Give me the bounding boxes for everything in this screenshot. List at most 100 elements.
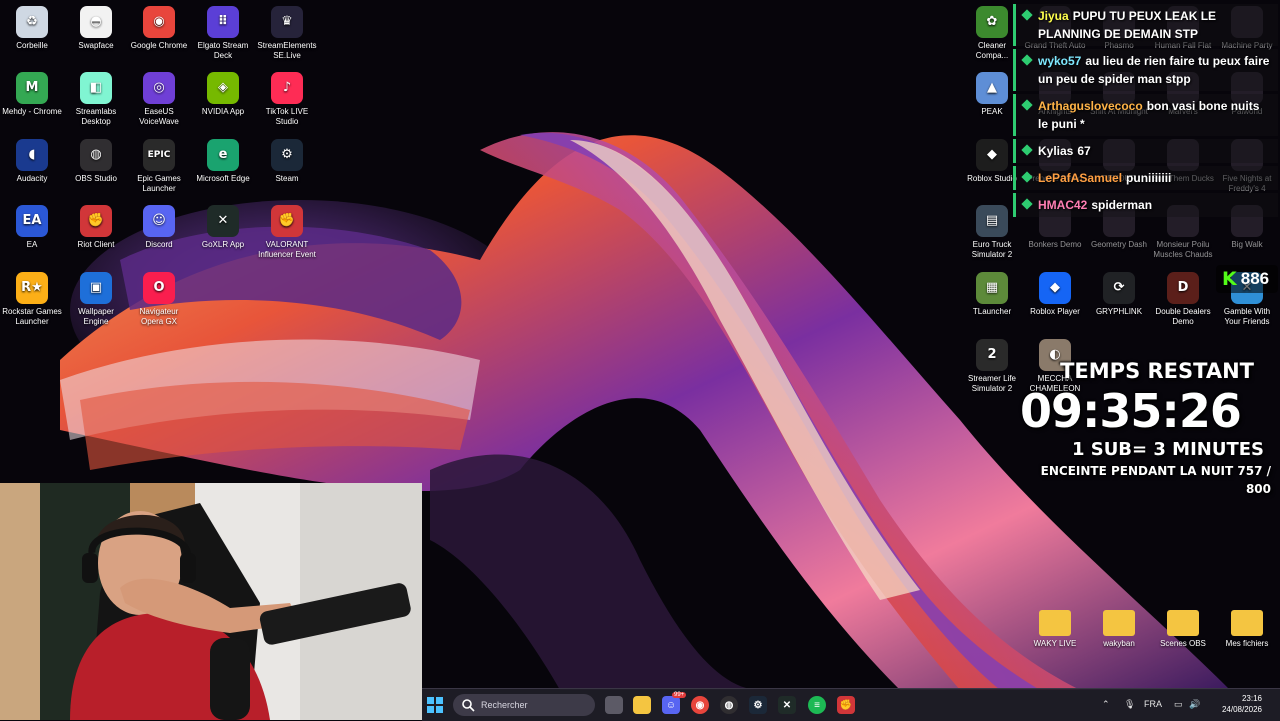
chat-message: LePafASamuel puniiiiiii	[1013, 166, 1278, 190]
spotify-taskbar-icon[interactable]: ≡	[808, 696, 826, 714]
shortcut-label: TLauncher	[972, 307, 1012, 316]
desktop-shortcut[interactable]: EA EA	[0, 201, 64, 250]
kick-viewer-badge: K 886	[1216, 265, 1278, 293]
microphone-icon[interactable]: 🎙	[1124, 699, 1135, 710]
desktop-shortcut[interactable]: ◖ Audacity	[0, 135, 64, 184]
shortcut-label: Mehdy - Chrome	[2, 107, 62, 116]
desktop-shortcut[interactable]: ♻ Corbeille	[0, 2, 64, 51]
chat-text: 67	[1077, 144, 1091, 158]
desktop-shortcut[interactable]: ♛ StreamElements SE.Live	[255, 2, 319, 61]
desktop-shortcut[interactable]: wakyban	[1087, 602, 1151, 649]
peak-icon: ▲	[976, 72, 1008, 104]
taskbar-clock[interactable]: 23:16 24/08/2026	[1202, 693, 1262, 715]
desktop-shortcut[interactable]: ✊ Riot Client	[64, 201, 128, 250]
desktop-shortcut[interactable]: ✕ GoXLR App	[191, 201, 255, 250]
folder-icon	[1167, 610, 1199, 636]
desktop-shortcut[interactable]: ◓ Swapface	[64, 2, 128, 51]
taskbar-search-box[interactable]: Rechercher	[453, 694, 595, 716]
shortcut-label: Streamer Life Simulator 2	[967, 374, 1017, 393]
folder-icon	[1231, 610, 1263, 636]
chat-username: HMAC42	[1038, 198, 1088, 212]
desktop-shortcut[interactable]: R★ Rockstar Games Launcher	[0, 268, 64, 327]
shortcut-label: GoXLR App	[201, 240, 245, 249]
clock-date: 24/08/2026	[1221, 705, 1262, 714]
desktop-shortcut[interactable]: ▣ Wallpaper Engine	[64, 268, 128, 327]
desktop-shortcut[interactable]: ◎ EaseUS VoiceWave	[127, 68, 191, 127]
desktop-shortcut[interactable]: D Double Dealers Demo	[1151, 268, 1215, 327]
desktop-shortcut[interactable]: ◧ Streamlabs Desktop	[64, 68, 128, 127]
desktop-shortcut[interactable]: e Microsoft Edge	[191, 135, 255, 184]
shortcut-label: Big Walk	[1231, 240, 1263, 249]
shortcut-label: Bonkers Demo	[1028, 240, 1082, 249]
language-indicator[interactable]: FRA	[1144, 699, 1162, 709]
goxlr-taskbar-icon[interactable]: ✕	[778, 696, 796, 714]
sub-badge-icon	[1021, 171, 1033, 183]
network-icon[interactable]: ▭	[1174, 699, 1183, 710]
desktop-shortcut[interactable]: O Navigateur Opera GX	[127, 268, 191, 327]
sub-badge-icon	[1021, 198, 1033, 210]
opera-gx-icon: O	[143, 272, 175, 304]
riot-taskbar-icon[interactable]: ✊	[837, 696, 855, 714]
shortcut-label: wakyban	[1103, 639, 1135, 648]
shortcut-label: Corbeille	[16, 41, 48, 50]
desktop-shortcut[interactable]: ◍ OBS Studio	[64, 135, 128, 184]
discord-icon: ☺	[143, 205, 175, 237]
desktop-shortcut[interactable]: 2 Streamer Life Simulator 2	[960, 335, 1024, 394]
sub-badge-icon	[1021, 99, 1033, 111]
folder-icon	[1039, 610, 1071, 636]
shortcut-label: Steam	[275, 174, 299, 183]
desktop-shortcut[interactable]: ♪ TikTok LIVE Studio	[255, 68, 319, 127]
desktop-shortcut[interactable]: EPIC Epic Games Launcher	[127, 135, 191, 194]
task-view-icon[interactable]	[605, 696, 623, 714]
discord-taskbar-icon[interactable]: ☺	[662, 696, 680, 714]
kick-viewer-count: 886	[1240, 269, 1270, 288]
shortcut-label: Mes fichiers	[1225, 639, 1269, 648]
obs-icon: ◍	[80, 139, 112, 171]
shortcut-label: EA	[26, 240, 38, 249]
shortcut-label: Euro Truck Simulator 2	[971, 240, 1013, 259]
desktop-shortcut[interactable]: M Mehdy - Chrome	[0, 68, 64, 117]
desktop-shortcut[interactable]: ◉ Google Chrome	[127, 2, 191, 51]
cleaner-icon: ✿	[976, 6, 1008, 38]
shortcut-label: Epic Games Launcher	[137, 174, 181, 193]
desktop-shortcut[interactable]: ⠿ Elgato Stream Deck	[191, 2, 255, 61]
obs-taskbar-icon[interactable]: ◍	[720, 696, 738, 714]
search-icon	[462, 699, 475, 712]
shortcut-label: StreamElements SE.Live	[257, 41, 317, 60]
desktop-shortcut[interactable]: ⟳ GRYPHLINK	[1087, 268, 1151, 317]
desktop-shortcut[interactable]: Mes fichiers	[1215, 602, 1279, 649]
chevron-up-icon[interactable]: ⌃	[1102, 699, 1110, 710]
chrome-icon: ◉	[143, 6, 175, 38]
desktop-shortcut[interactable]: ☺ Discord	[127, 201, 191, 250]
desktop-shortcut[interactable]: WAKY LIVE	[1023, 602, 1087, 649]
shortcut-label: Swapface	[78, 41, 114, 50]
streamlabs-icon: ◧	[80, 72, 112, 104]
shortcut-label: Wallpaper Engine	[78, 307, 114, 326]
chat-message: Jiyua PUPU TU PEUX LEAK LE PLANNING DE DE…	[1013, 4, 1278, 46]
desktop-shortcut[interactable]: ▦ TLauncher	[960, 268, 1024, 317]
start-icon[interactable]	[426, 696, 444, 714]
goxlr-icon: ✕	[207, 205, 239, 237]
timer-title: TEMPS RESTANT	[1060, 359, 1254, 383]
desktop-shortcut[interactable]: ◆ Roblox Player	[1023, 268, 1087, 317]
chrome-taskbar-icon[interactable]: ◉	[691, 696, 709, 714]
steam-taskbar-icon[interactable]: ⚙	[749, 696, 767, 714]
shortcut-label: Monsieur Poilu Muscles Chauds	[1153, 240, 1213, 259]
desktop-shortcut[interactable]: ⚙ Steam	[255, 135, 319, 184]
shortcut-label: Geometry Dash	[1090, 240, 1148, 249]
desktop-shortcut[interactable]: ✊ VALORANT Influencer Event	[255, 201, 319, 260]
chat-message: Kylias 67	[1013, 139, 1278, 163]
roblox-player-icon: ◆	[1039, 272, 1071, 304]
volume-icon[interactable]: 🔊	[1189, 699, 1200, 710]
file-explorer-icon[interactable]	[633, 696, 651, 714]
valorant-icon: ✊	[271, 205, 303, 237]
chat-username: Arthaguslovecoco	[1038, 99, 1143, 113]
search-placeholder: Rechercher	[481, 700, 528, 710]
chat-username: wyko57	[1038, 54, 1082, 68]
shortcut-label: Elgato Stream Deck	[197, 41, 249, 60]
shortcut-label: Streamlabs Desktop	[75, 107, 117, 126]
desktop-shortcut[interactable]: ◈ NVIDIA App	[191, 68, 255, 117]
shortcut-label: Navigateur Opera GX	[139, 307, 179, 326]
discord-badge: 99+	[672, 692, 687, 698]
desktop-shortcut[interactable]: Scenes OBS	[1151, 602, 1215, 649]
